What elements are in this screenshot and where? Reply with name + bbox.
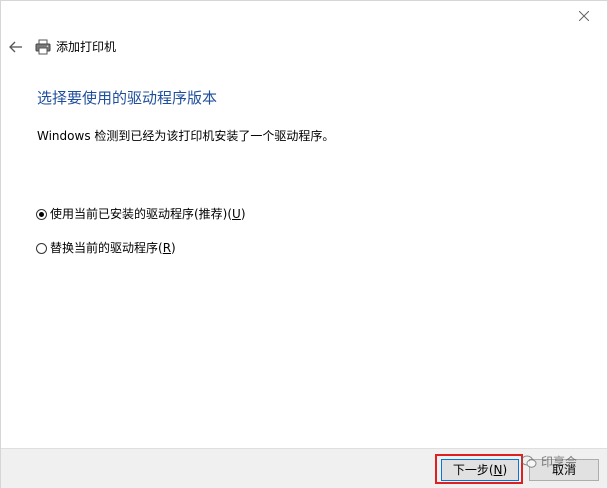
printer-icon	[35, 39, 51, 55]
option-label-use-current: 使用当前已安装的驱动程序(推荐)(U)	[50, 207, 246, 221]
window-title: 添加打印机	[56, 40, 117, 54]
option-replace-driver[interactable]: 替换当前的驱动程序(R)	[36, 240, 176, 256]
page-heading: 选择要使用的驱动程序版本	[37, 89, 218, 107]
wizard-footer: 下一步(N) 取消	[1, 448, 607, 488]
option-use-current-driver[interactable]: 使用当前已安装的驱动程序(推荐)(U)	[36, 206, 246, 222]
back-button[interactable]	[5, 36, 27, 58]
page-description: Windows 检测到已经为该打印机安装了一个驱动程序。	[37, 129, 335, 143]
radio-replace-driver[interactable]	[36, 242, 47, 254]
arrow-left-icon	[9, 41, 22, 53]
close-icon	[579, 11, 589, 21]
cancel-button[interactable]: 取消	[529, 459, 599, 481]
close-button[interactable]	[561, 1, 607, 31]
radio-use-current-driver[interactable]	[36, 208, 47, 220]
wizard-header: 添加打印机	[1, 31, 607, 61]
add-printer-window: 添加打印机 选择要使用的驱动程序版本 Windows 检测到已经为该打印机安装了…	[0, 0, 608, 488]
option-label-replace: 替换当前的驱动程序(R)	[50, 241, 176, 255]
next-button[interactable]: 下一步(N)	[441, 459, 519, 481]
